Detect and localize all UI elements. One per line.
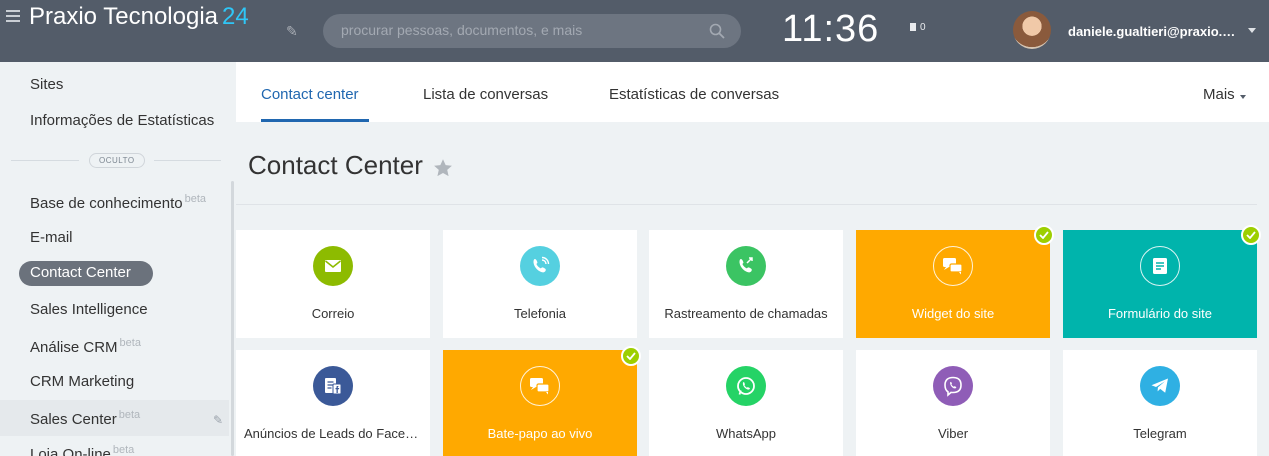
chevron-down-icon[interactable]: [1248, 28, 1256, 33]
left-sidebar: Sites Informações de Estatísticas OCULTO…: [0, 62, 236, 456]
tile-label: Bate-papo ao vivo: [487, 426, 593, 441]
notification-counter[interactable]: 0: [910, 22, 926, 33]
beta-badge: beta: [184, 193, 207, 205]
flag-count: 0: [920, 22, 926, 33]
sidebar-item-statistics[interactable]: Informações de Estatísticas: [30, 112, 215, 129]
sidebar-item-email[interactable]: E-mail: [30, 229, 73, 246]
beta-badge: beta: [119, 337, 141, 349]
more-menu-button[interactable]: Mais: [1203, 86, 1235, 103]
brand-number: 24: [222, 3, 249, 30]
page-title: Contact Center: [248, 150, 423, 180]
sidebar-item-label: Sales Intelligence: [30, 301, 148, 318]
sidebar-item-contact-center[interactable]: Contact Center: [30, 264, 131, 281]
tile-mail[interactable]: Correio: [236, 230, 430, 338]
connected-check-icon: [1241, 225, 1261, 245]
tile-telephony[interactable]: Telefonia: [443, 230, 637, 338]
sidebar-item-label: E-mail: [30, 229, 73, 246]
sidebar-item-online-store[interactable]: Loja On-line beta: [30, 444, 134, 456]
sidebar-item-label: Informações de Estatísticas: [30, 112, 215, 129]
star-icon[interactable]: [432, 157, 454, 179]
beta-badge: beta: [112, 444, 135, 456]
active-tab-indicator: [261, 119, 369, 122]
sidebar-item-sales-intelligence[interactable]: Sales Intelligence: [30, 301, 148, 318]
hamburger-menu-icon[interactable]: [6, 10, 20, 22]
sidebar-item-sales-center[interactable]: Sales Center beta: [30, 409, 140, 428]
tile-label: Telegram: [1133, 426, 1187, 441]
beta-badge: beta: [118, 409, 141, 421]
tile-call-tracking[interactable]: Rastreamento de chamadas: [649, 230, 843, 338]
tile-label: Viber: [937, 426, 969, 441]
tab-conversation-list[interactable]: Lista de conversas: [423, 86, 548, 103]
top-header: Praxio Tecnologia24 ✎ 11:36 0 daniele.gu…: [0, 0, 1269, 62]
sidebar-item-crm-marketing[interactable]: CRM Marketing: [30, 373, 134, 390]
sidebar-scrollbar[interactable]: [231, 181, 234, 456]
tile-label: Correio: [311, 306, 355, 321]
sidebar-item-label: Sites: [30, 76, 64, 93]
sidebar-item-label: Base de conhecimento: [30, 195, 183, 212]
form-icon: [1140, 246, 1180, 286]
connected-check-icon: [1034, 225, 1054, 245]
user-name[interactable]: daniele.gualtieri@praxio.com.br: [1068, 24, 1240, 39]
telegram-icon: [1140, 366, 1180, 406]
tile-site-form[interactable]: Formulário do site: [1063, 230, 1257, 338]
tile-label: Anúncios de Leads do Facebook: [244, 426, 422, 441]
sidebar-item-label: Análise CRM: [30, 339, 118, 356]
connected-check-icon: [621, 346, 641, 366]
avatar[interactable]: [1013, 11, 1051, 49]
clock[interactable]: 11:36: [782, 8, 879, 51]
call-tracking-icon: [726, 246, 766, 286]
pencil-icon[interactable]: ✎: [286, 23, 300, 39]
portal-brand[interactable]: Praxio Tecnologia 24: [29, 3, 249, 31]
whatsapp-icon: [726, 366, 766, 406]
tile-label: Telefonia: [513, 306, 567, 321]
sidebar-item-label: Sales Center: [30, 411, 117, 428]
flag-icon: [910, 23, 916, 31]
sidebar-item-label: Loja On-line: [30, 446, 111, 456]
tile-whatsapp[interactable]: WhatsApp: [649, 350, 843, 456]
divider: [11, 160, 79, 161]
search-icon[interactable]: [709, 23, 725, 39]
pencil-icon[interactable]: ✎: [213, 413, 225, 427]
tab-conversation-statistics[interactable]: Estatísticas de conversas: [609, 86, 779, 103]
sidebar-item-label: Contact Center: [30, 264, 131, 281]
brand-name: Praxio Tecnologia: [29, 3, 219, 30]
viber-icon: [933, 366, 973, 406]
tab-contact-center[interactable]: Contact center: [261, 86, 359, 103]
tile-site-widget[interactable]: Widget do site: [856, 230, 1050, 338]
tile-live-chat[interactable]: Bate-papo ao vivo: [443, 350, 637, 456]
sidebar-item-sites[interactable]: Sites: [30, 76, 63, 93]
facebook-form-icon: [313, 366, 353, 406]
tile-label: Widget do site: [911, 306, 995, 321]
tile-label: Rastreamento de chamadas: [664, 306, 828, 321]
search-input[interactable]: [341, 22, 701, 38]
hidden-section-label[interactable]: OCULTO: [89, 153, 145, 168]
envelope-icon: [313, 246, 353, 286]
search-box[interactable]: [323, 14, 741, 48]
sidebar-item-crm-analytics[interactable]: Análise CRM beta: [30, 337, 141, 356]
tile-telegram[interactable]: Telegram: [1063, 350, 1257, 456]
tab-bar: Contact center Lista de conversas Estatí…: [236, 62, 1269, 122]
tile-label: Formulário do site: [1107, 306, 1213, 321]
divider: [236, 204, 1257, 205]
sidebar-item-knowledge-base[interactable]: Base de conhecimento beta: [30, 193, 206, 212]
phone-icon: [520, 246, 560, 286]
sidebar-item-label: CRM Marketing: [30, 373, 135, 390]
tile-label: WhatsApp: [716, 426, 776, 441]
chat-bubbles-icon: [520, 366, 560, 406]
tile-viber[interactable]: Viber: [856, 350, 1050, 456]
chevron-down-icon[interactable]: [1240, 95, 1246, 99]
chat-bubbles-icon: [933, 246, 973, 286]
divider: [154, 160, 221, 161]
tile-facebook-lead-ads[interactable]: Anúncios de Leads do Facebook: [236, 350, 430, 456]
